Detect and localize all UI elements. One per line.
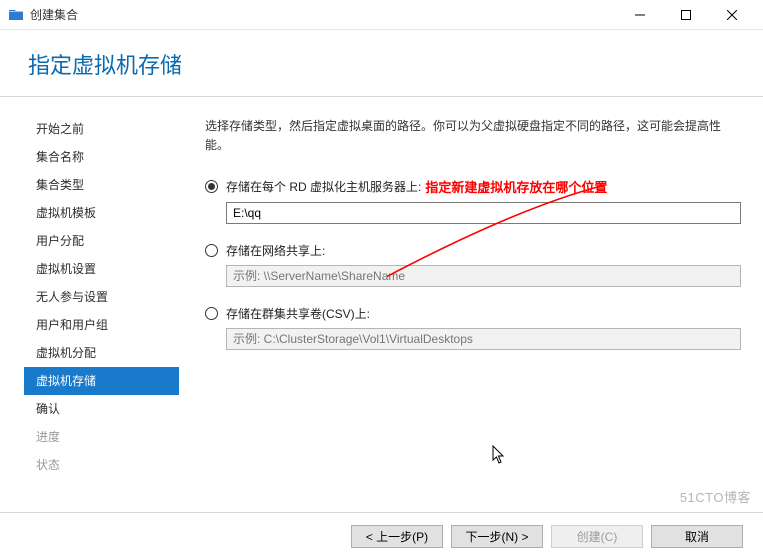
create-button: 创建(C) <box>551 525 643 548</box>
sidebar-item-vm-settings[interactable]: 虚拟机设置 <box>24 255 179 283</box>
sidebar-item-confirm[interactable]: 确认 <box>24 395 179 423</box>
option-label-rd-host: 存储在每个 RD 虚拟化主机服务器上: <box>226 178 421 195</box>
prev-button[interactable]: < 上一步(P) <box>351 525 443 548</box>
sidebar-item-vm-template[interactable]: 虚拟机模板 <box>24 199 179 227</box>
sidebar-item-status: 状态 <box>24 451 179 479</box>
page-title: 指定虚拟机存储 <box>0 30 763 90</box>
option-label-network-share: 存储在网络共享上: <box>226 242 325 259</box>
app-icon <box>8 7 24 23</box>
sidebar-item-unattended-settings[interactable]: 无人参与设置 <box>24 283 179 311</box>
sidebar-item-progress: 进度 <box>24 423 179 451</box>
path-input-rd-host[interactable] <box>226 202 741 224</box>
next-button[interactable]: 下一步(N) > <box>451 525 543 548</box>
cancel-button[interactable]: 取消 <box>651 525 743 548</box>
close-button[interactable] <box>709 0 755 30</box>
option-label-csv: 存储在群集共享卷(CSV)上: <box>226 305 370 322</box>
sidebar-item-before-start[interactable]: 开始之前 <box>24 115 179 143</box>
annotation-text: 指定新建虚拟机存放在哪个位置 <box>425 177 607 196</box>
window-title: 创建集合 <box>30 6 78 23</box>
cursor-icon <box>492 445 508 465</box>
radio-network-share[interactable] <box>205 244 218 257</box>
content: 选择存储类型，然后指定虚拟桌面的路径。你可以为父虚拟硬盘指定不同的路径，这可能会… <box>187 105 763 510</box>
path-input-csv <box>226 328 741 350</box>
body: 开始之前 集合名称 集合类型 虚拟机模板 用户分配 虚拟机设置 无人参与设置 用… <box>0 105 763 510</box>
sidebar-item-collection-type[interactable]: 集合类型 <box>24 171 179 199</box>
description-text: 选择存储类型，然后指定虚拟桌面的路径。你可以为父虚拟硬盘指定不同的路径，这可能会… <box>205 117 741 155</box>
radio-csv[interactable] <box>205 307 218 320</box>
minimize-button[interactable] <box>617 0 663 30</box>
option-network-share[interactable]: 存储在网络共享上: <box>205 242 741 259</box>
sidebar: 开始之前 集合名称 集合类型 虚拟机模板 用户分配 虚拟机设置 无人参与设置 用… <box>0 105 187 510</box>
sidebar-item-vm-allocation[interactable]: 虚拟机分配 <box>24 339 179 367</box>
sidebar-item-users-groups[interactable]: 用户和用户组 <box>24 311 179 339</box>
radio-rd-host[interactable] <box>205 180 218 193</box>
sidebar-item-user-assignment[interactable]: 用户分配 <box>24 227 179 255</box>
maximize-button[interactable] <box>663 0 709 30</box>
option-csv[interactable]: 存储在群集共享卷(CSV)上: <box>205 305 741 322</box>
titlebar: 创建集合 <box>0 0 763 30</box>
option-rd-host[interactable]: 存储在每个 RD 虚拟化主机服务器上: 指定新建虚拟机存放在哪个位置 <box>205 177 741 196</box>
window-controls <box>617 0 755 30</box>
divider <box>0 96 763 97</box>
footer: < 上一步(P) 下一步(N) > 创建(C) 取消 <box>0 512 763 560</box>
sidebar-item-vm-storage[interactable]: 虚拟机存储 <box>24 367 179 395</box>
sidebar-item-collection-name[interactable]: 集合名称 <box>24 143 179 171</box>
path-input-network-share <box>226 265 741 287</box>
